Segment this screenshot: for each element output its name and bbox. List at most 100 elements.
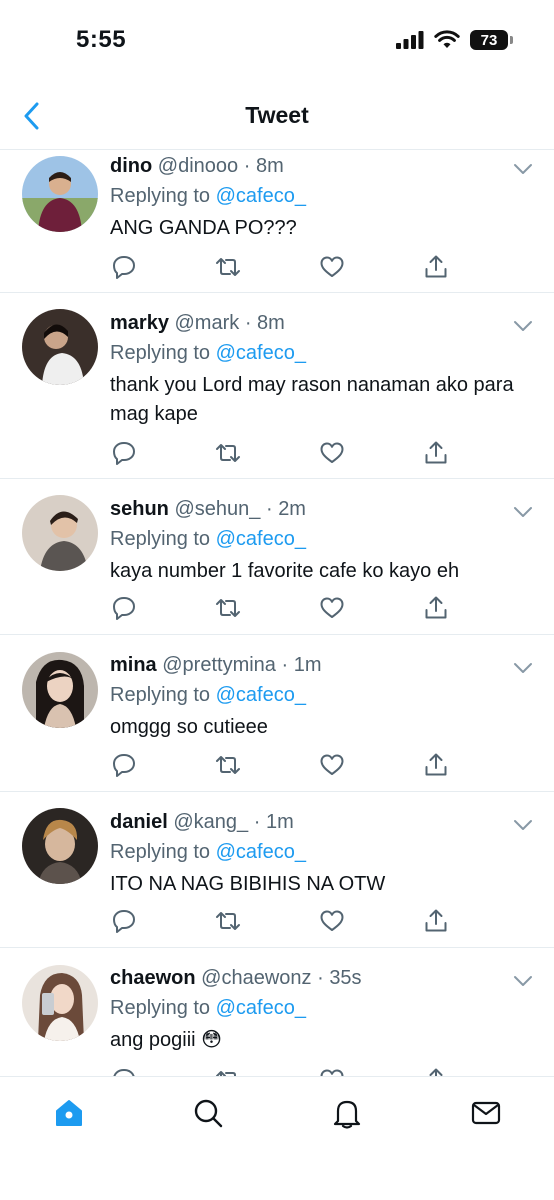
retweet-button[interactable] [214, 907, 242, 935]
like-button[interactable] [318, 907, 346, 935]
reply-button[interactable] [110, 439, 138, 467]
bottom-tab-bar [0, 1076, 554, 1200]
retweet-button[interactable] [214, 594, 242, 622]
timestamp: 35s [329, 967, 362, 989]
display-name[interactable]: dino [110, 155, 152, 177]
like-button[interactable] [318, 253, 346, 281]
mention-link[interactable]: @cafeco_ [216, 997, 306, 1019]
reply-button[interactable] [110, 1066, 138, 1076]
reply-item[interactable]: marky @mark · 8m Replying to @cafeco_ th… [0, 293, 554, 479]
nav-header: Tweet [0, 80, 554, 150]
like-button[interactable] [318, 594, 346, 622]
reply-content: chaewon @chaewonz · 35s Replying to @caf… [110, 964, 534, 1055]
display-name[interactable]: chaewon [110, 967, 196, 989]
mention-link[interactable]: @cafeco_ [216, 528, 306, 550]
meta-separator: · [317, 967, 324, 989]
chevron-down-icon[interactable] [512, 970, 534, 992]
avatar[interactable] [22, 808, 98, 884]
mention-link[interactable]: @cafeco_ [216, 342, 306, 364]
user-handle[interactable]: @sehun_ [174, 498, 260, 520]
reply-button[interactable] [110, 907, 138, 935]
tab-messages[interactable] [466, 1093, 506, 1133]
retweet-button[interactable] [214, 751, 242, 779]
share-icon [425, 596, 447, 619]
tab-search[interactable] [188, 1093, 228, 1133]
replying-to-line: Replying to @cafeco_ [110, 994, 534, 1022]
reply-content: marky @mark · 8m Replying to @cafeco_ th… [110, 309, 534, 429]
share-button[interactable] [422, 439, 450, 467]
reply-item[interactable]: chaewon @chaewonz · 35s Replying to @caf… [0, 948, 554, 1076]
reply-button[interactable] [110, 751, 138, 779]
retweet-button[interactable] [214, 439, 242, 467]
avatar[interactable] [22, 309, 98, 385]
reply-item[interactable]: sehun @sehun_ · 2m Replying to @cafeco_ … [0, 479, 554, 635]
bell-icon [333, 1100, 361, 1129]
avatar[interactable] [22, 156, 98, 232]
reply-actions [110, 1066, 450, 1076]
reply-meta: marky @mark · 8m [110, 309, 534, 337]
battery-indicator: 73 [470, 30, 513, 50]
reply-text: ang pogiii 😳 [110, 1029, 223, 1051]
mention-link[interactable]: @cafeco_ [216, 684, 306, 706]
chevron-down-icon[interactable] [512, 501, 534, 523]
meta-separator: · [281, 654, 289, 676]
like-button[interactable] [318, 751, 346, 779]
user-handle[interactable]: @chaewonz [201, 967, 311, 989]
heart-icon [320, 910, 344, 931]
retweet-button[interactable] [214, 1066, 242, 1076]
share-button[interactable] [422, 253, 450, 281]
user-handle[interactable]: @prettymina [162, 654, 276, 676]
avatar[interactable] [22, 965, 98, 1041]
reply-item[interactable]: daniel @kang_ · 1m Replying to @cafeco_ … [0, 792, 554, 948]
replying-to-line: Replying to @cafeco_ [110, 525, 534, 553]
share-icon [429, 1068, 443, 1076]
chevron-down-icon[interactable] [512, 657, 534, 679]
user-handle[interactable]: @dinooo [158, 155, 238, 177]
display-name[interactable]: marky [110, 312, 169, 334]
display-name[interactable]: sehun [110, 498, 169, 520]
meta-separator: · [253, 811, 261, 833]
reply-item[interactable]: dino @dinooo · 8m Replying to @cafeco_ A… [0, 150, 554, 293]
comment-icon [113, 754, 135, 777]
comment-icon [113, 597, 135, 620]
share-button[interactable] [422, 907, 450, 935]
meta-separator: · [244, 312, 252, 334]
reply-item[interactable]: mina @prettymina · 1m Replying to @cafec… [0, 635, 554, 792]
retweet-icon [216, 912, 240, 930]
mention-link[interactable]: @cafeco_ [216, 185, 306, 207]
signal-icon [396, 31, 424, 49]
avatar[interactable] [22, 652, 98, 728]
reply-content: dino @dinooo · 8m Replying to @cafeco_ A… [110, 152, 534, 243]
reply-button[interactable] [110, 253, 138, 281]
share-button[interactable] [422, 1066, 450, 1076]
avatar[interactable] [22, 495, 98, 571]
reply-meta: chaewon @chaewonz · 35s [110, 964, 534, 992]
share-button[interactable] [422, 751, 450, 779]
display-name[interactable]: daniel [110, 811, 168, 833]
like-button[interactable] [318, 439, 346, 467]
mention-link[interactable]: @cafeco_ [216, 841, 306, 863]
chevron-down-icon[interactable] [512, 158, 534, 180]
display-name[interactable]: mina [110, 654, 157, 676]
chevron-down-icon[interactable] [512, 814, 534, 836]
like-button[interactable] [318, 1066, 346, 1076]
share-icon [425, 753, 447, 776]
mail-icon [471, 1101, 501, 1125]
user-handle[interactable]: @mark [175, 312, 240, 334]
chevron-down-icon[interactable] [512, 315, 534, 337]
reply-actions [110, 751, 450, 779]
share-button[interactable] [422, 594, 450, 622]
tab-home[interactable] [49, 1093, 89, 1133]
reply-feed[interactable]: dino @dinooo · 8m Replying to @cafeco_ A… [0, 150, 554, 1076]
reply-actions [110, 594, 450, 622]
replying-prefix: Replying to [110, 528, 211, 550]
reply-text: thank you Lord may rason nanaman ako par… [110, 374, 514, 425]
retweet-icon [216, 1071, 236, 1076]
retweet-icon [216, 258, 240, 276]
tab-notifications[interactable] [327, 1093, 367, 1133]
retweet-button[interactable] [214, 253, 242, 281]
reply-meta: dino @dinooo · 8m [110, 152, 534, 180]
reply-button[interactable] [110, 594, 138, 622]
search-icon [194, 1099, 223, 1128]
user-handle[interactable]: @kang_ [173, 811, 248, 833]
